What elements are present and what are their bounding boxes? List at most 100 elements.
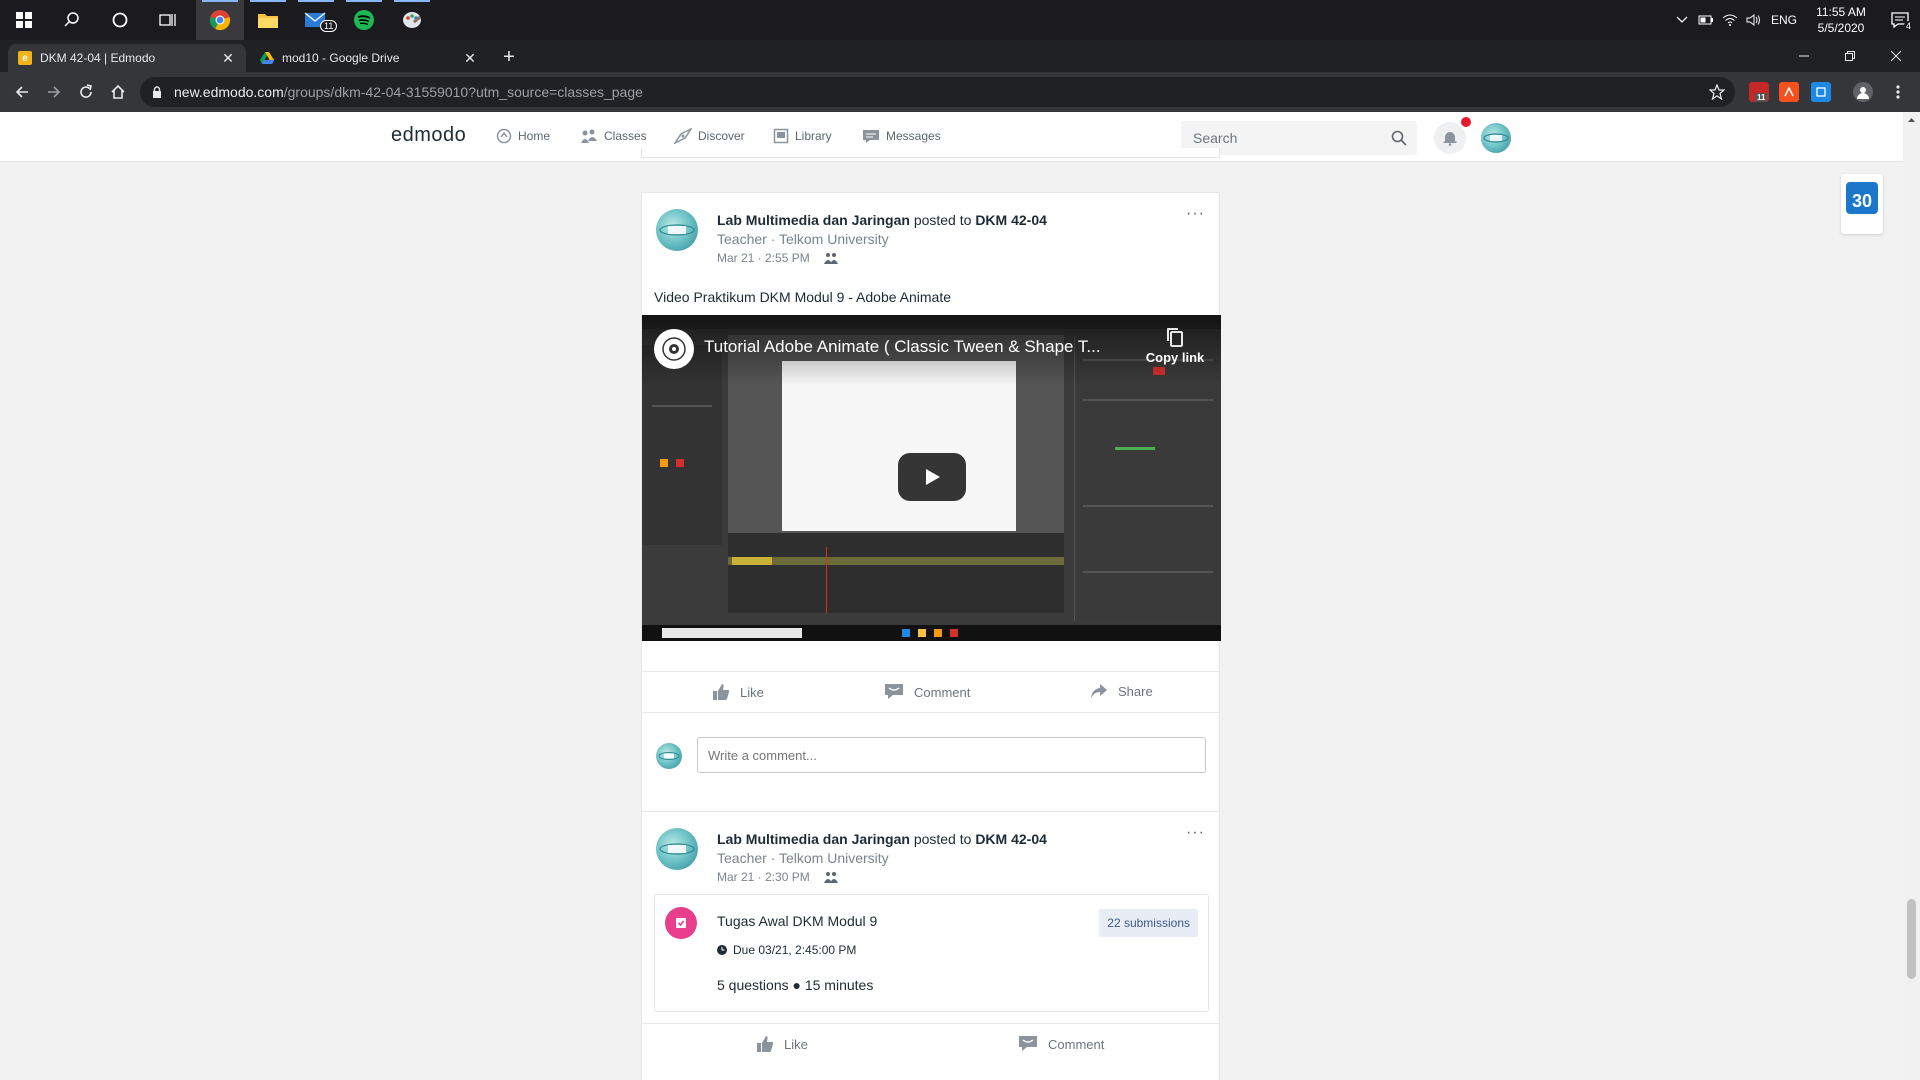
chrome-menu-button[interactable] <box>1884 78 1912 106</box>
post-card: Lab Multimedia dan Jaringan posted to DK… <box>641 811 1220 1080</box>
search-icon <box>1391 130 1407 146</box>
close-window-button[interactable] <box>1873 40 1919 72</box>
bookmark-star-icon[interactable] <box>1709 84 1725 100</box>
battery-tray[interactable] <box>1694 0 1718 40</box>
comment-icon <box>1019 1036 1037 1051</box>
show-hidden-icons-button[interactable] <box>1670 0 1694 40</box>
address-bar[interactable]: new.edmodo.com/groups/dkm-42-04-31559010… <box>140 77 1735 107</box>
video-embed[interactable]: Tutorial Adobe Animate ( Classic Tween &… <box>642 315 1221 641</box>
nav-messages[interactable]: Messages <box>862 128 941 144</box>
post-timestamp[interactable]: Mar 21 · 2:30 PM <box>717 870 810 884</box>
comment-input[interactable] <box>697 737 1206 773</box>
assignment-title[interactable]: Tugas Awal DKM Modul 9 <box>717 913 877 929</box>
nav-library[interactable]: Library <box>773 128 832 144</box>
nav-home[interactable]: Home <box>496 128 550 144</box>
author-name[interactable]: Lab Multimedia dan Jaringan <box>717 831 910 847</box>
tab-edmodo[interactable]: e DKM 42-04 | Edmodo ✕ <box>8 44 246 72</box>
user-avatar[interactable] <box>1481 123 1511 153</box>
scroll-up-arrow-icon[interactable] <box>1903 114 1920 126</box>
tab-google-drive[interactable]: mod10 - Google Drive ✕ <box>250 44 488 72</box>
extension-translate-button[interactable] <box>1811 82 1831 102</box>
post-timestamp[interactable]: Mar 21 · 2:55 PM <box>717 251 810 265</box>
extension-adblock-button[interactable]: 11 <box>1749 82 1769 102</box>
taskbar-mail[interactable]: 11 <box>292 0 340 40</box>
edmodo-logo[interactable]: edmodo <box>391 124 466 147</box>
share-button[interactable]: Share <box>1090 683 1153 699</box>
clock-date: 5/5/2020 <box>1817 21 1865 35</box>
comment-button[interactable]: Comment <box>1018 1035 1104 1053</box>
video-channel-avatar[interactable] <box>654 329 694 369</box>
avatar-icon <box>659 224 695 236</box>
posted-to-text: posted to <box>913 831 972 847</box>
like-button[interactable]: Like <box>712 683 764 701</box>
author-avatar[interactable] <box>656 828 698 870</box>
nav-discover[interactable]: Discover <box>674 128 745 144</box>
taskbar-paint[interactable] <box>388 0 436 40</box>
group-audience-icon <box>823 872 838 883</box>
clock[interactable]: 11:55 AM 5/5/2020 <box>1802 4 1880 36</box>
action-center-button[interactable]: 4 <box>1880 0 1920 40</box>
nav-classes[interactable]: Classes <box>580 128 647 144</box>
page-viewport: edmodo Home Classes Discover Library Mes… <box>0 112 1920 1080</box>
extension-badge: 11 <box>1755 93 1768 102</box>
close-tab-button[interactable]: ✕ <box>220 50 236 67</box>
task-view-button[interactable] <box>144 0 192 40</box>
author-name[interactable]: Lab Multimedia dan Jaringan <box>717 212 910 228</box>
post-meta: Mar 21 · 2:55 PM <box>717 251 838 265</box>
close-icon <box>1891 51 1901 61</box>
language-indicator[interactable]: ENG <box>1766 0 1802 40</box>
taskbar-file-explorer[interactable] <box>244 0 292 40</box>
profile-button[interactable] <box>1853 82 1873 102</box>
mail-badge: 11 <box>320 20 338 32</box>
submissions-button[interactable]: 22 submissions <box>1099 909 1198 937</box>
copy-link-button[interactable]: Copy link <box>1140 327 1210 365</box>
back-button[interactable] <box>8 78 36 106</box>
post-options-button[interactable]: ··· <box>1186 205 1205 223</box>
assignment-card[interactable]: Tugas Awal DKM Modul 9 Due 03/21, 2:45:0… <box>654 894 1209 1012</box>
url-path: /groups/dkm-42-04-31559010?utm_source=cl… <box>283 84 643 100</box>
close-tab-button[interactable]: ✕ <box>462 50 478 67</box>
page-scrollbar[interactable] <box>1903 112 1920 1080</box>
start-button[interactable] <box>0 0 48 40</box>
browser-toolbar: new.edmodo.com/groups/dkm-42-04-31559010… <box>0 72 1920 112</box>
comment-button[interactable]: Comment <box>884 683 970 701</box>
windows-taskbar: 11 ENG 11:55 AM 5/5/2020 4 <box>0 0 1920 40</box>
arrow-left-icon <box>15 86 28 98</box>
video-title[interactable]: Tutorial Adobe Animate ( Classic Tween &… <box>704 337 1101 357</box>
taskbar-search-button[interactable] <box>48 0 96 40</box>
author-avatar[interactable] <box>656 209 698 251</box>
post-options-button[interactable]: ··· <box>1186 824 1205 842</box>
comment-composer <box>642 713 1219 779</box>
wifi-tray[interactable] <box>1718 0 1742 40</box>
notification-count: 4 <box>1904 21 1914 31</box>
battery-icon <box>1698 15 1713 25</box>
post-text: Video Praktikum DKM Modul 9 - Adobe Anim… <box>654 289 952 305</box>
notification-dot <box>1459 115 1473 129</box>
taskbar-chrome[interactable] <box>196 0 244 40</box>
group-name[interactable]: DKM 42-04 <box>975 212 1047 228</box>
minimize-button[interactable] <box>1781 40 1827 72</box>
cortana-button[interactable] <box>96 0 144 40</box>
new-tab-button[interactable]: + <box>496 44 522 70</box>
comment-icon <box>885 684 903 699</box>
extension-mendeley-button[interactable] <box>1779 82 1799 102</box>
edmodo-favicon-icon: e <box>18 51 32 65</box>
copy-icon <box>1167 328 1183 347</box>
nav-home-label: Home <box>518 129 551 143</box>
home-button[interactable] <box>104 78 132 106</box>
group-name[interactable]: DKM 42-04 <box>975 831 1047 847</box>
like-button[interactable]: Like <box>756 1035 808 1053</box>
assignment-due: Due 03/21, 2:45:00 PM <box>717 943 856 957</box>
video-play-button[interactable] <box>898 453 966 501</box>
restore-button[interactable] <box>1827 40 1873 72</box>
taskbar-spotify[interactable] <box>340 0 388 40</box>
volume-tray[interactable] <box>1742 0 1766 40</box>
cortana-icon <box>112 12 128 28</box>
reload-button[interactable] <box>72 78 100 106</box>
group-audience-icon <box>823 253 838 264</box>
post-card: Lab Multimedia dan Jaringan posted to DK… <box>641 192 1221 903</box>
forward-button[interactable] <box>40 78 68 106</box>
scrollbar-thumb[interactable] <box>1907 899 1916 979</box>
arrow-right-icon <box>48 86 61 98</box>
calendar-widget[interactable]: 30 <box>1841 174 1883 234</box>
